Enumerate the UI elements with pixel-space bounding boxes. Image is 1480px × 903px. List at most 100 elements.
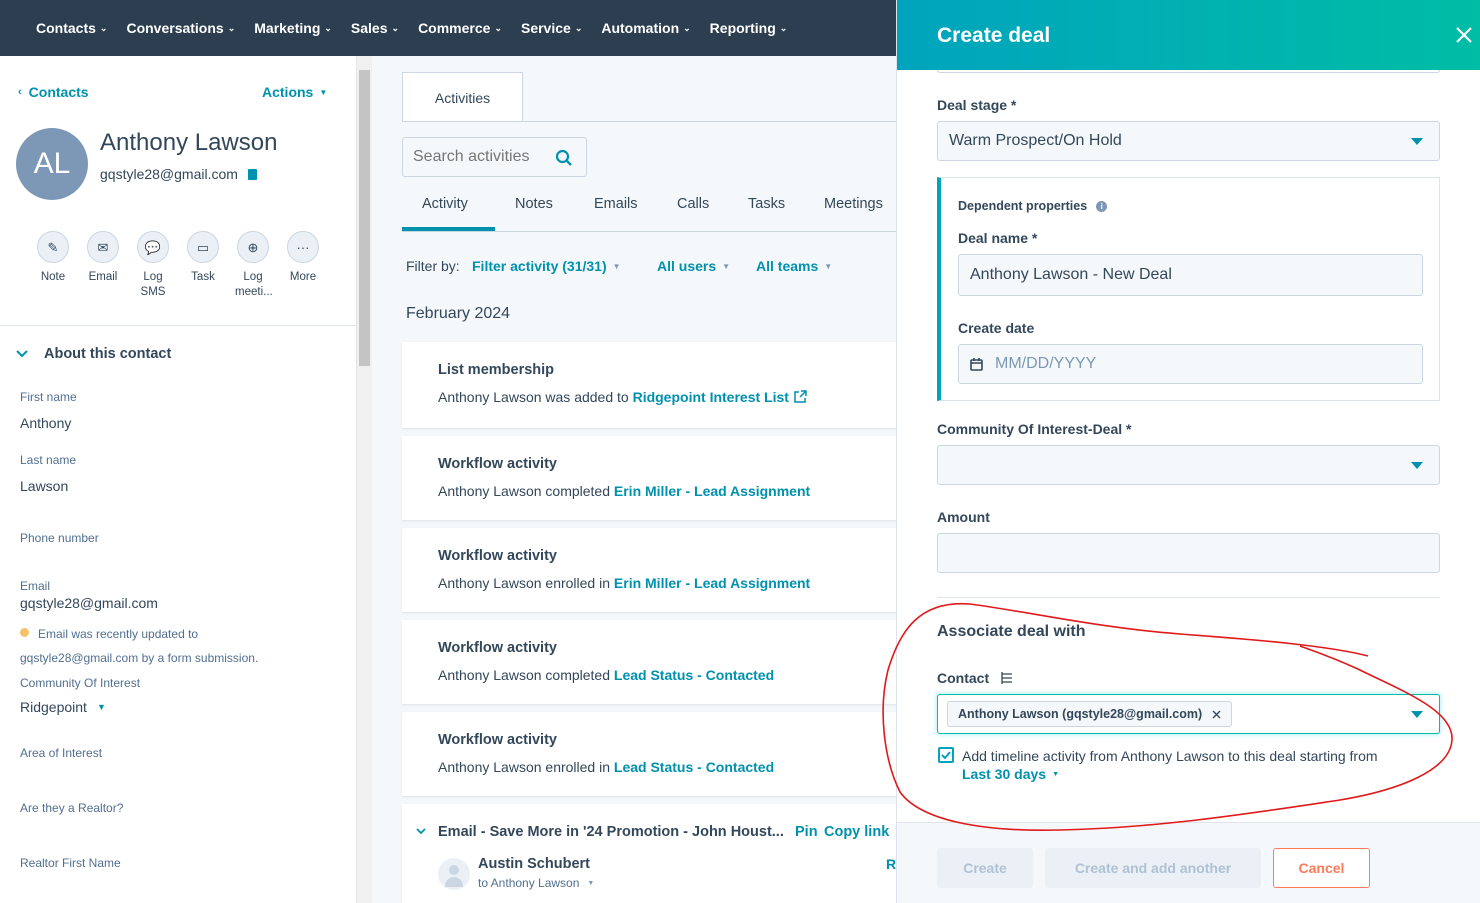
deal-name-value: Anthony Lawson - New Deal xyxy=(970,266,1172,283)
all-teams-dropdown[interactable]: All teams ▼ xyxy=(756,258,832,274)
contact-association-select[interactable]: Anthony Lawson (gqstyle28@gmail.com) xyxy=(937,694,1440,734)
nav-item-commerce[interactable]: Commerce ⌄ xyxy=(418,20,502,36)
scrollbar-thumb[interactable] xyxy=(359,70,370,366)
about-section-toggle[interactable]: About this contact xyxy=(16,346,171,362)
nav-item-reporting[interactable]: Reporting ⌄ xyxy=(710,20,788,36)
subtab-tasks[interactable]: Tasks xyxy=(748,196,785,212)
email-card[interactable]: Email - Save More in '24 Promotion - Joh… xyxy=(402,804,896,903)
activity-card-link[interactable]: Ridgepoint Interest List xyxy=(633,389,789,405)
timeline-checkbox[interactable] xyxy=(938,747,954,763)
back-to-contacts-link[interactable]: ‹ Contacts xyxy=(18,84,89,100)
timeline-period-dropdown[interactable]: Last 30 days ▼ xyxy=(962,766,1059,782)
note-icon: ✎ xyxy=(37,231,69,263)
activity-card-link[interactable]: Lead Status - Contacted xyxy=(614,667,774,683)
create-date-placeholder: MM/DD/YYYY xyxy=(995,355,1097,372)
nav-item-contacts[interactable]: Contacts ⌄ xyxy=(36,20,107,36)
community-deal-select[interactable] xyxy=(937,445,1440,485)
close-icon[interactable] xyxy=(1455,26,1473,44)
create-date-label: Create date xyxy=(958,320,1035,336)
email-recipient[interactable]: to Anthony Lawson ▼ xyxy=(478,876,594,890)
quick-action-note[interactable]: ✎ Note xyxy=(28,231,78,285)
activity-card-title: List membership xyxy=(438,362,555,378)
activity-card[interactable]: List membership Anthony Lawson was added … xyxy=(402,342,896,428)
email-reply-link[interactable]: R xyxy=(886,856,896,872)
contact-chip[interactable]: Anthony Lawson (gqstyle28@gmail.com) xyxy=(947,701,1233,727)
nav-item-label: Contacts xyxy=(36,20,96,36)
sidebar-scrollbar[interactable] xyxy=(356,56,372,903)
amount-input[interactable] xyxy=(937,533,1440,573)
activity-card[interactable]: Workflow activity Anthony Lawson enrolled… xyxy=(402,528,896,612)
all-users-dropdown[interactable]: All users ▼ xyxy=(657,258,730,274)
contact-chip-label: Anthony Lawson (gqstyle28@gmail.com) xyxy=(958,707,1203,721)
cancel-button[interactable]: Cancel xyxy=(1273,848,1370,888)
search-input[interactable] xyxy=(403,138,553,176)
external-link-icon[interactable] xyxy=(794,390,807,403)
nav-item-service[interactable]: Service ⌄ xyxy=(521,20,582,36)
chevron-down-icon: ⌄ xyxy=(227,22,236,33)
association-icon[interactable] xyxy=(999,671,1013,685)
search-activities-input[interactable] xyxy=(402,137,587,177)
timeline-text: Add timeline activity from Anthony Lawso… xyxy=(962,748,1378,764)
contact-email: gqstyle28@gmail.com xyxy=(100,166,238,182)
area-label: Area of Interest xyxy=(20,746,103,760)
filter-by-label: Filter by: xyxy=(406,258,460,274)
pin-link[interactable]: Pin xyxy=(795,824,818,840)
quick-action-more[interactable]: ··· More xyxy=(278,231,328,285)
last-name-value[interactable]: Lawson xyxy=(20,478,68,494)
chevron-down-icon: ⌄ xyxy=(99,22,108,33)
meeting-icon: ⊕ xyxy=(237,231,269,263)
activity-card-link[interactable]: Lead Status - Contacted xyxy=(614,759,774,775)
deal-name-input[interactable]: Anthony Lawson - New Deal xyxy=(958,254,1423,296)
subtab-calls[interactable]: Calls xyxy=(677,196,709,212)
remove-icon[interactable] xyxy=(1212,710,1221,719)
activity-card-link[interactable]: Erin Miller - Lead Assignment xyxy=(614,575,810,591)
subtab-emails[interactable]: Emails xyxy=(594,196,638,212)
filter-activity-dropdown[interactable]: Filter activity (31/31) ▼ xyxy=(472,258,621,274)
nav-item-sales[interactable]: Sales ⌄ xyxy=(351,20,399,36)
activity-card-link[interactable]: Erin Miller - Lead Assignment xyxy=(614,483,810,499)
tab-activities[interactable]: Activities xyxy=(402,72,523,122)
activity-card[interactable]: Workflow activity Anthony Lawson complete… xyxy=(402,436,896,520)
nav-item-automation[interactable]: Automation ⌄ xyxy=(601,20,690,36)
activity-card-title: Workflow activity xyxy=(438,456,557,472)
check-icon xyxy=(941,751,951,760)
quick-action-task[interactable]: ▭ Task xyxy=(178,231,228,285)
nav-item-marketing[interactable]: Marketing ⌄ xyxy=(254,20,332,36)
community-dropdown[interactable]: Ridgepoint ▼ xyxy=(20,699,106,715)
activity-card-text: Anthony Lawson enrolled in Lead Status -… xyxy=(438,759,774,775)
create-date-input[interactable]: MM/DD/YYYY xyxy=(958,344,1423,384)
activity-card-text: Anthony Lawson completed Erin Miller - L… xyxy=(438,483,810,499)
subtab-activity[interactable]: Activity xyxy=(422,196,468,212)
nav-item-label: Reporting xyxy=(709,20,776,36)
first-name-value[interactable]: Anthony xyxy=(20,415,71,431)
create-button[interactable]: Create xyxy=(937,848,1033,888)
chevron-down-icon: ⌄ xyxy=(494,22,502,33)
subtab-notes[interactable]: Notes xyxy=(515,196,553,212)
top-navigation: Contacts ⌄ Conversations ⌄ Marketing ⌄ Sales ⌄ C… xyxy=(0,0,896,56)
chevron-down-icon[interactable] xyxy=(416,828,426,835)
copy-link[interactable]: Copy link xyxy=(824,824,889,840)
quick-action-meeting[interactable]: ⊕ Log meeti... xyxy=(228,231,278,300)
quick-action-label: Log SMS xyxy=(140,271,166,298)
subtab-meetings[interactable]: Meetings xyxy=(824,196,883,212)
create-and-add-another-button[interactable]: Create and add another xyxy=(1045,848,1261,888)
quick-action-email[interactable]: ✉ Email xyxy=(78,231,128,285)
activity-card[interactable]: Workflow activity Anthony Lawson enrolled… xyxy=(402,712,896,796)
create-another-label: Create and add another xyxy=(1074,860,1232,876)
actions-dropdown[interactable]: Actions ▼ xyxy=(262,84,327,100)
nav-item-label: Marketing xyxy=(254,20,321,36)
info-icon[interactable]: i xyxy=(1096,200,1108,212)
quick-action-sms[interactable]: 💬 Log SMS xyxy=(128,231,178,300)
deal-stage-select[interactable]: Warm Prospect/On Hold xyxy=(937,121,1440,161)
nav-item-conversations[interactable]: Conversations ⌄ xyxy=(126,20,235,36)
nav-item-label: Conversations xyxy=(126,20,224,36)
tab-activities-label: Activities xyxy=(434,89,491,106)
contact-sidebar: ‹ Contacts Actions ▼ AL Anthony Lawson g… xyxy=(0,56,356,903)
deal-stage-value: Warm Prospect/On Hold xyxy=(949,132,1122,149)
email-value[interactable]: gqstyle28@gmail.com xyxy=(20,595,158,611)
avatar[interactable]: AL xyxy=(16,128,88,200)
activity-card[interactable]: Workflow activity Anthony Lawson complete… xyxy=(402,620,896,704)
copy-icon[interactable] xyxy=(247,168,257,180)
search-icon[interactable] xyxy=(555,149,573,167)
calendar-icon[interactable] xyxy=(970,357,983,371)
